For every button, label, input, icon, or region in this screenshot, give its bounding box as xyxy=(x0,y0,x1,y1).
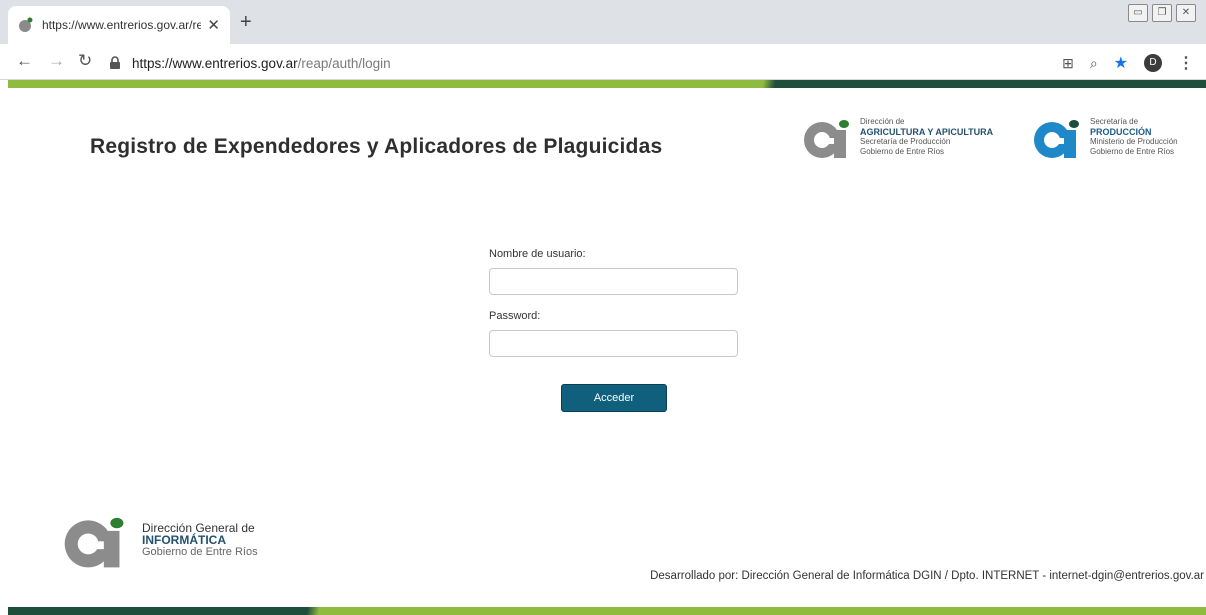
address-bar[interactable]: https://www.entrerios.gov.ar/reap/auth/l… xyxy=(108,52,1058,74)
er-logo-blue-icon xyxy=(1034,120,1079,158)
footer-stripe xyxy=(8,607,1206,615)
password-label: Password: xyxy=(489,310,541,322)
tab-title: https://www.entrerios.gov.ar/rea xyxy=(41,18,202,32)
produccion-logo: Secretaría de PRODUCCIÓN Ministerio de P… xyxy=(1030,114,1178,160)
url-host: https://www.entrerios.gov.ar xyxy=(132,55,298,71)
url-path: /reap/auth/login xyxy=(297,55,391,71)
footer-credits: Desarrollado por: Dirección General de I… xyxy=(650,570,1204,582)
translate-icon[interactable]: ⊞ xyxy=(1062,55,1074,72)
site-favicon-icon xyxy=(18,17,33,32)
page-title: Registro de Expendedores y Aplicadores d… xyxy=(90,135,663,158)
informatica-logo: Dirección General de INFORMÁTICA Gobiern… xyxy=(56,510,258,570)
browser-tabbar: https://www.entrerios.gov.ar/rea ✕ + ▭ ❐… xyxy=(0,0,1206,44)
restore-icon[interactable]: ❐ xyxy=(1152,4,1172,22)
browser-tab[interactable]: https://www.entrerios.gov.ar/rea ✕ xyxy=(8,6,230,44)
username-label: Nombre de usuario: xyxy=(489,248,586,260)
er-logo-footer-icon xyxy=(64,517,124,568)
profile-avatar[interactable]: D xyxy=(1144,54,1162,72)
reload-icon[interactable]: ↻ xyxy=(78,51,92,71)
login-button[interactable]: Acceder xyxy=(561,384,667,412)
browser-toolbar: ← → ↻ https://www.entrerios.gov.ar/reap/… xyxy=(0,44,1206,80)
bookmark-star-icon[interactable]: ★ xyxy=(1114,53,1128,73)
close-window-icon[interactable]: ✕ xyxy=(1176,4,1196,22)
page-content: Registro de Expendedores y Aplicadores d… xyxy=(8,80,1206,615)
window-controls: ▭ ❐ ✕ xyxy=(1128,4,1196,22)
agricultura-logo: Dirección de AGRICULTURA Y APICULTURA Se… xyxy=(800,114,993,160)
tab-close-icon[interactable]: ✕ xyxy=(207,16,220,34)
password-input[interactable] xyxy=(489,330,738,357)
back-icon[interactable]: ← xyxy=(16,51,33,71)
minimize-icon[interactable]: ▭ xyxy=(1128,4,1148,22)
new-tab-icon[interactable]: + xyxy=(240,12,252,32)
er-logo-icon xyxy=(804,120,849,158)
lock-icon xyxy=(110,56,120,69)
header-stripe xyxy=(8,80,1206,88)
menu-kebab-icon[interactable]: ⋮ xyxy=(1178,53,1194,73)
forward-icon[interactable]: → xyxy=(48,51,65,71)
toolbar-icons: ⊞ ⌕ ★ D ⋮ xyxy=(1062,53,1194,73)
username-input[interactable] xyxy=(489,268,738,295)
zoom-icon[interactable]: ⌕ xyxy=(1090,55,1098,72)
login-form: Nombre de usuario: Password: xyxy=(489,248,739,357)
